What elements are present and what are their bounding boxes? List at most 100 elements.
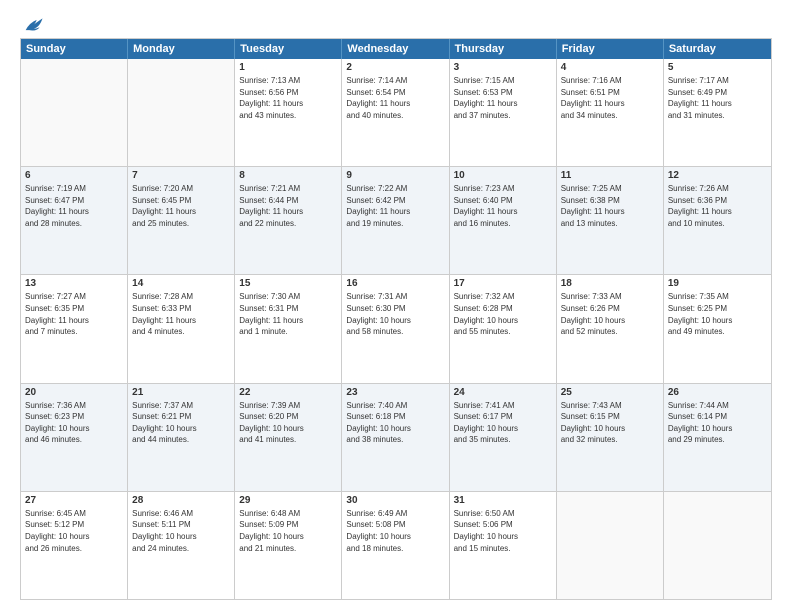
cell-line-4-3: and 34 minutes.	[561, 110, 659, 122]
cell-line-23-1: Sunset: 6:18 PM	[346, 411, 444, 423]
cell-line-14-1: Sunset: 6:33 PM	[132, 303, 230, 315]
cell-line-8-2: Daylight: 11 hours	[239, 206, 337, 218]
day-number-11: 11	[561, 170, 659, 181]
day-number-10: 10	[454, 170, 552, 181]
header-cell-tuesday: Tuesday	[235, 39, 342, 59]
day-number-16: 16	[346, 278, 444, 289]
cell-line-18-3: and 52 minutes.	[561, 326, 659, 338]
day-number-21: 21	[132, 387, 230, 398]
cell-line-20-3: and 46 minutes.	[25, 434, 123, 446]
logo-bird-icon	[22, 16, 44, 34]
day-number-24: 24	[454, 387, 552, 398]
cell-line-30-1: Sunset: 5:08 PM	[346, 519, 444, 531]
day-number-8: 8	[239, 170, 337, 181]
calendar-row-5: 27Sunrise: 6:45 AMSunset: 5:12 PMDayligh…	[21, 492, 771, 599]
calendar: SundayMondayTuesdayWednesdayThursdayFrid…	[20, 38, 772, 600]
day-number-27: 27	[25, 495, 123, 506]
cell-line-22-3: and 41 minutes.	[239, 434, 337, 446]
header	[20, 16, 772, 30]
cell-line-25-1: Sunset: 6:15 PM	[561, 411, 659, 423]
day-number-13: 13	[25, 278, 123, 289]
day-cell-21: 21Sunrise: 7:37 AMSunset: 6:21 PMDayligh…	[128, 384, 235, 491]
day-number-23: 23	[346, 387, 444, 398]
cell-line-16-0: Sunrise: 7:31 AM	[346, 291, 444, 303]
cell-line-1-1: Sunset: 6:56 PM	[239, 87, 337, 99]
cell-line-19-3: and 49 minutes.	[668, 326, 767, 338]
empty-cell-r0-c0	[21, 59, 128, 166]
day-number-14: 14	[132, 278, 230, 289]
cell-line-29-2: Daylight: 10 hours	[239, 531, 337, 543]
calendar-body: 1Sunrise: 7:13 AMSunset: 6:56 PMDaylight…	[21, 59, 771, 599]
cell-line-27-2: Daylight: 10 hours	[25, 531, 123, 543]
cell-line-7-3: and 25 minutes.	[132, 218, 230, 230]
day-number-19: 19	[668, 278, 767, 289]
cell-line-31-1: Sunset: 5:06 PM	[454, 519, 552, 531]
cell-line-20-1: Sunset: 6:23 PM	[25, 411, 123, 423]
day-number-25: 25	[561, 387, 659, 398]
cell-line-13-1: Sunset: 6:35 PM	[25, 303, 123, 315]
day-cell-1: 1Sunrise: 7:13 AMSunset: 6:56 PMDaylight…	[235, 59, 342, 166]
header-cell-wednesday: Wednesday	[342, 39, 449, 59]
day-cell-16: 16 Sunrise: 7:31 AMSunset: 6:30 PMDayligh…	[342, 275, 449, 382]
cell-line-1-2: Daylight: 11 hours	[239, 98, 337, 110]
cell-line-29-1: Sunset: 5:09 PM	[239, 519, 337, 531]
day-number-12: 12	[668, 170, 767, 181]
cell-line-13-0: Sunrise: 7:27 AM	[25, 291, 123, 303]
day-number-7: 7	[132, 170, 230, 181]
cell-line-14-3: and 4 minutes.	[132, 326, 230, 338]
cell-line-16-1: Sunset: 6:30 PM	[346, 303, 444, 315]
cell-line-29-3: and 21 minutes.	[239, 543, 337, 555]
cell-line-31-2: Daylight: 10 hours	[454, 531, 552, 543]
calendar-row-1: 1Sunrise: 7:13 AMSunset: 6:56 PMDaylight…	[21, 59, 771, 167]
page: SundayMondayTuesdayWednesdayThursdayFrid…	[0, 0, 792, 612]
cell-line-15-0: Sunrise: 7:30 AM	[239, 291, 337, 303]
cell-line-16-3: and 58 minutes.	[346, 326, 444, 338]
cell-line-22-0: Sunrise: 7:39 AM	[239, 400, 337, 412]
cell-line-17-3: and 55 minutes.	[454, 326, 552, 338]
day-cell-12: 12Sunrise: 7:26 AMSunset: 6:36 PMDayligh…	[664, 167, 771, 274]
day-cell-11: 11Sunrise: 7:25 AMSunset: 6:38 PMDayligh…	[557, 167, 664, 274]
calendar-row-2: 6Sunrise: 7:19 AMSunset: 6:47 PMDaylight…	[21, 167, 771, 275]
cell-line-27-1: Sunset: 5:12 PM	[25, 519, 123, 531]
cell-line-12-3: and 10 minutes.	[668, 218, 767, 230]
day-cell-10: 10Sunrise: 7:23 AMSunset: 6:40 PMDayligh…	[450, 167, 557, 274]
day-number-6: 6	[25, 170, 123, 181]
day-cell-28: 28Sunrise: 6:46 AMSunset: 5:11 PMDayligh…	[128, 492, 235, 599]
cell-line-30-2: Daylight: 10 hours	[346, 531, 444, 543]
day-cell-24: 24Sunrise: 7:41 AMSunset: 6:17 PMDayligh…	[450, 384, 557, 491]
cell-line-2-0: Sunrise: 7:14 AM	[346, 75, 444, 87]
empty-cell-r0-c1	[128, 59, 235, 166]
calendar-row-4: 20Sunrise: 7:36 AMSunset: 6:23 PMDayligh…	[21, 384, 771, 492]
cell-line-23-0: Sunrise: 7:40 AM	[346, 400, 444, 412]
day-number-20: 20	[25, 387, 123, 398]
cell-line-14-2: Daylight: 11 hours	[132, 315, 230, 327]
day-cell-15: 15Sunrise: 7:30 AMSunset: 6:31 PMDayligh…	[235, 275, 342, 382]
cell-line-28-1: Sunset: 5:11 PM	[132, 519, 230, 531]
cell-line-19-1: Sunset: 6:25 PM	[668, 303, 767, 315]
cell-line-27-3: and 26 minutes.	[25, 543, 123, 555]
day-cell-14: 14Sunrise: 7:28 AMSunset: 6:33 PMDayligh…	[128, 275, 235, 382]
day-cell-2: 2Sunrise: 7:14 AMSunset: 6:54 PMDaylight…	[342, 59, 449, 166]
day-cell-20: 20Sunrise: 7:36 AMSunset: 6:23 PMDayligh…	[21, 384, 128, 491]
calendar-row-3: 13 Sunrise: 7:27 AMSunset: 6:35 PM Dayligh…	[21, 275, 771, 383]
cell-line-17-1: Sunset: 6:28 PM	[454, 303, 552, 315]
cell-line-9-3: and 19 minutes.	[346, 218, 444, 230]
day-cell-22: 22Sunrise: 7:39 AMSunset: 6:20 PMDayligh…	[235, 384, 342, 491]
cell-line-19-2: Daylight: 10 hours	[668, 315, 767, 327]
cell-line-4-2: Daylight: 11 hours	[561, 98, 659, 110]
cell-line-25-3: and 32 minutes.	[561, 434, 659, 446]
cell-line-7-2: Daylight: 11 hours	[132, 206, 230, 218]
empty-cell-r4-c5	[557, 492, 664, 599]
cell-line-24-2: Daylight: 10 hours	[454, 423, 552, 435]
cell-line-26-3: and 29 minutes.	[668, 434, 767, 446]
cell-line-9-1: Sunset: 6:42 PM	[346, 195, 444, 207]
cell-line-21-3: and 44 minutes.	[132, 434, 230, 446]
cell-line-6-0: Sunrise: 7:19 AM	[25, 183, 123, 195]
day-cell-6: 6Sunrise: 7:19 AMSunset: 6:47 PMDaylight…	[21, 167, 128, 274]
day-number-5: 5	[668, 62, 767, 73]
cell-line-10-0: Sunrise: 7:23 AM	[454, 183, 552, 195]
cell-line-30-3: and 18 minutes.	[346, 543, 444, 555]
cell-line-16-2: Daylight: 10 hours	[346, 315, 444, 327]
cell-line-24-0: Sunrise: 7:41 AM	[454, 400, 552, 412]
cell-line-23-3: and 38 minutes.	[346, 434, 444, 446]
